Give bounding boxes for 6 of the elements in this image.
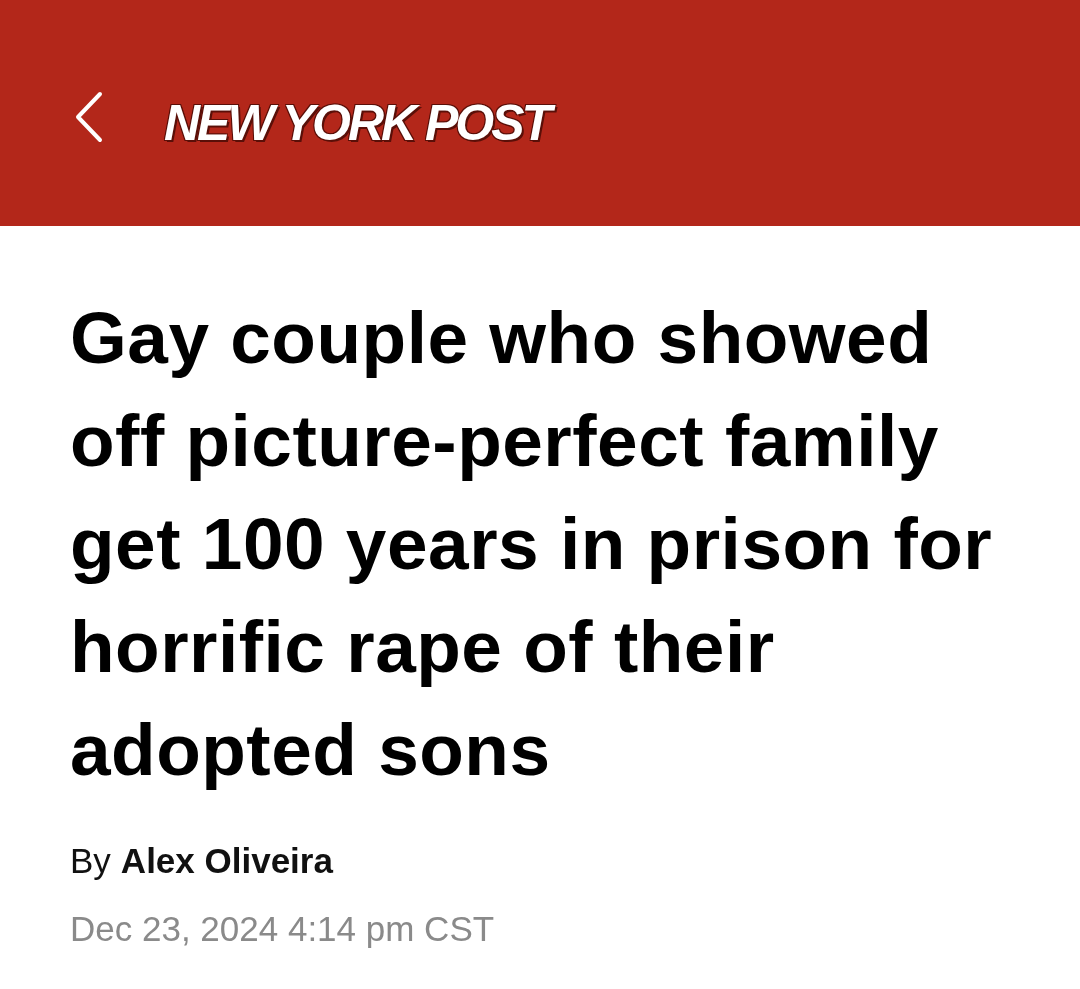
back-chevron-icon — [74, 91, 104, 143]
logo: NEW YORK POST — [160, 89, 562, 159]
byline-prefix: By — [70, 841, 111, 881]
author-link[interactable]: Alex Oliveira — [120, 841, 333, 881]
publish-date: Dec 23, 2024 4:14 pm CST — [70, 909, 496, 949]
headline: Gay couple who showed off picture-perfect family get 100 years in prison for horrific rape of their adopted sons — [70, 296, 994, 792]
